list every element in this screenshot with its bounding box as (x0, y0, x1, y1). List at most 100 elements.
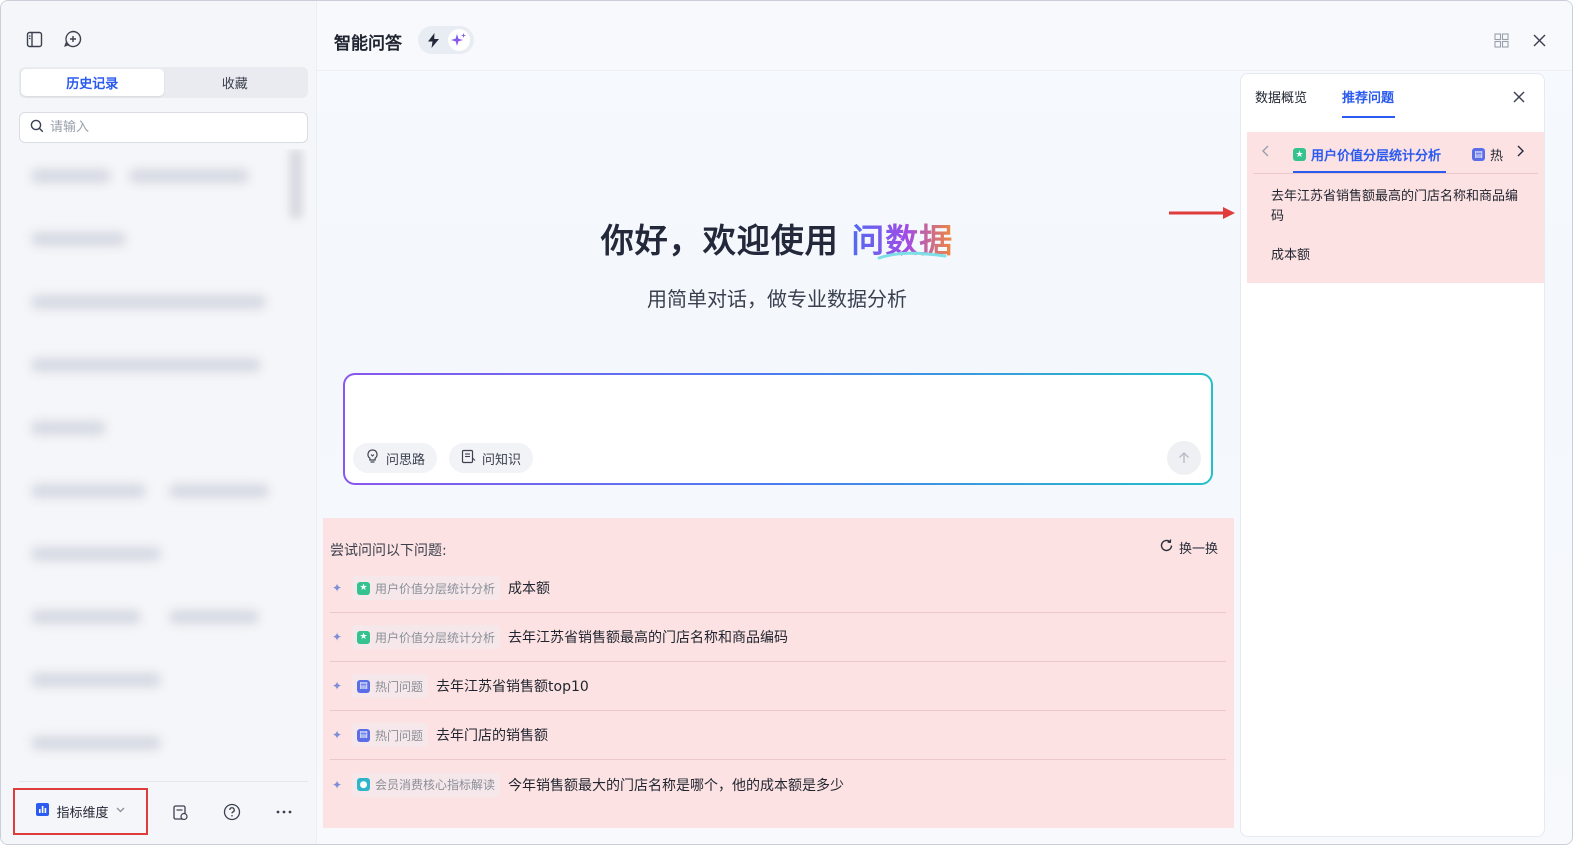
chevron-left-icon[interactable] (1261, 145, 1271, 157)
question-input-box: 问思路 问知识 (343, 373, 1213, 485)
close-icon[interactable] (1529, 30, 1549, 50)
sidebar: 历史记录 收藏 请输入 指标维度 (1, 1, 317, 844)
list-item[interactable] (129, 169, 249, 183)
carousel-tab-hot[interactable]: ▤ 热 (1472, 145, 1503, 164)
suggestion-text: 成本额 (508, 581, 551, 597)
suggestion-tag: ● 会员消费核心指标解读 (352, 772, 501, 797)
arrow-up-icon (1179, 452, 1189, 463)
tag-icon: ★ (1293, 148, 1306, 161)
recommended-question[interactable]: 去年江苏省销售额最高的门店名称和商品编码 (1271, 187, 1521, 227)
suggestion-text: 今年销售额最大的门店名称是哪个，他的成本额是多少 (508, 777, 845, 794)
suggestions-title: 尝试问问以下问题: (330, 543, 447, 559)
annotation-arrow-right-icon (1169, 207, 1235, 219)
tag-icon: ★ (357, 581, 370, 595)
list-item[interactable] (31, 358, 261, 372)
tag-icon: ● (357, 778, 370, 791)
recommended-question[interactable]: 成本额 (1271, 246, 1521, 266)
tab-history[interactable]: 历史记录 (21, 69, 164, 96)
suggestion-text: 去年门店的销售额 (436, 728, 549, 744)
ask-knowledge-chip[interactable]: 问知识 (449, 443, 534, 473)
active-carousel-indicator (1293, 171, 1446, 173)
send-button[interactable] (1167, 441, 1201, 475)
tab-data-overview[interactable]: 数据概览 (1255, 87, 1307, 106)
tab-favorites[interactable]: 收藏 (164, 69, 307, 96)
bar-chart-icon (35, 802, 50, 821)
list-item[interactable] (31, 232, 126, 246)
list-item[interactable] (169, 484, 269, 498)
refresh-button[interactable]: 换一换 (1159, 538, 1218, 557)
list-item[interactable] (169, 610, 259, 624)
divider (1253, 173, 1538, 174)
metric-dimension-button[interactable]: 指标维度 (13, 788, 148, 835)
sparkle-icon: ✦ (332, 630, 343, 644)
tag-icon: ▤ (1472, 148, 1485, 161)
brand-underline-icon (877, 251, 947, 260)
chevron-down-icon (115, 804, 126, 819)
suggestion-item[interactable]: ✦ ★ 用户价值分层统计分析 成本额 (330, 564, 1226, 613)
ask-approach-label: 问思路 (386, 452, 426, 468)
active-tab-indicator (1342, 116, 1395, 118)
page-title: 智能问答 (334, 34, 402, 54)
list-item[interactable] (31, 484, 146, 498)
list-item[interactable] (31, 736, 161, 750)
list-item[interactable] (31, 610, 141, 624)
database-settings-icon[interactable] (169, 801, 191, 823)
sparkle-icon[interactable] (448, 29, 470, 51)
ask-knowledge-label: 问知识 (482, 452, 522, 468)
subtitle: 用简单对话，做专业数据分析 (647, 287, 907, 311)
list-item[interactable] (31, 673, 161, 687)
sidebar-tabs: 历史记录 收藏 (19, 67, 308, 98)
tag-icon: ▤ (357, 679, 370, 693)
history-list (19, 149, 308, 774)
top-bar: 智能问答 (317, 1, 1572, 71)
sidebar-toggle-icon[interactable] (23, 28, 45, 50)
recommended-section: ★ 用户价值分层统计分析 ▤ 热 去年江苏省销售额最高的门店名称和商品编码 成本… (1247, 132, 1544, 283)
list-item[interactable] (31, 421, 106, 435)
suggestion-item[interactable]: ✦ ▤ 热门问题 去年江苏省销售额top10 (330, 662, 1226, 711)
sparkle-icon: ✦ (332, 777, 343, 792)
tag-icon: ▤ (357, 728, 370, 742)
divider (19, 781, 308, 782)
tab-recommended-questions[interactable]: 推荐问题 (1342, 87, 1394, 106)
lightning-icon[interactable] (422, 29, 444, 51)
metric-dimension-label: 指标维度 (56, 806, 109, 821)
list-item[interactable] (31, 295, 266, 309)
search-input[interactable] (50, 120, 290, 135)
carousel-tab-user-value[interactable]: ★ 用户价值分层统计分析 (1293, 145, 1441, 164)
new-chat-icon[interactable] (62, 28, 84, 50)
refresh-label: 换一换 (1178, 542, 1218, 557)
help-icon[interactable] (221, 801, 243, 823)
history-search (19, 112, 308, 143)
tag-icon: ★ (357, 630, 370, 644)
suggestion-tag: ▤ 热门问题 (352, 674, 429, 698)
layout-icon[interactable] (1491, 30, 1511, 50)
list-item[interactable] (31, 547, 161, 561)
refresh-icon (1159, 538, 1174, 557)
suggestion-tag: ▤ 热门问题 (352, 723, 429, 747)
question-input[interactable]: 问思路 问知识 (345, 375, 1211, 483)
close-icon[interactable] (1509, 87, 1529, 107)
suggestion-tag: ★ 用户价值分层统计分析 (352, 576, 501, 600)
suggestion-item[interactable]: ✦ ● 会员消费核心指标解读 今年销售额最大的门店名称是哪个，他的成本额是多少 (330, 760, 1226, 809)
search-icon (30, 118, 44, 137)
suggestion-text: 去年江苏省销售额最高的门店名称和商品编码 (508, 630, 789, 646)
app-window: 历史记录 收藏 请输入 指标维度 智能问答 你好，欢迎使用 问数据 用简单对话，… (0, 0, 1573, 845)
ask-approach-chip[interactable]: 问思路 (353, 443, 438, 473)
list-item[interactable] (31, 169, 111, 183)
suggestion-item[interactable]: ✦ ★ 用户价值分层统计分析 去年江苏省销售额最高的门店名称和商品编码 (330, 613, 1226, 662)
suggestion-item[interactable]: ✦ ▤ 热门问题 去年门店的销售额 (330, 711, 1226, 760)
sparkle-icon: ✦ (332, 581, 343, 595)
right-panel: 数据概览 推荐问题 ★ 用户价值分层统计分析 ▤ 热 去年江苏省销售额最高的门店… (1240, 73, 1545, 837)
sparkle-icon: ✦ (332, 679, 343, 693)
suggestion-tag: ★ 用户价值分层统计分析 (352, 625, 501, 649)
more-icon[interactable] (273, 801, 295, 823)
suggested-questions: 尝试问问以下问题: 换一换 ✦ ★ 用户价值分层统计分析 成本额 ✦ ★ 用户价值分… (323, 518, 1234, 828)
welcome-prefix: 你好，欢迎使用 (600, 221, 852, 260)
mode-switch[interactable] (418, 26, 474, 54)
welcome-heading: 你好，欢迎使用 问数据 (317, 214, 1237, 262)
sparkle-icon: ✦ (332, 728, 343, 742)
bulb-icon (365, 448, 380, 468)
chevron-right-icon[interactable] (1515, 145, 1525, 157)
doc-icon (461, 449, 476, 468)
scrollbar[interactable] (289, 149, 303, 219)
